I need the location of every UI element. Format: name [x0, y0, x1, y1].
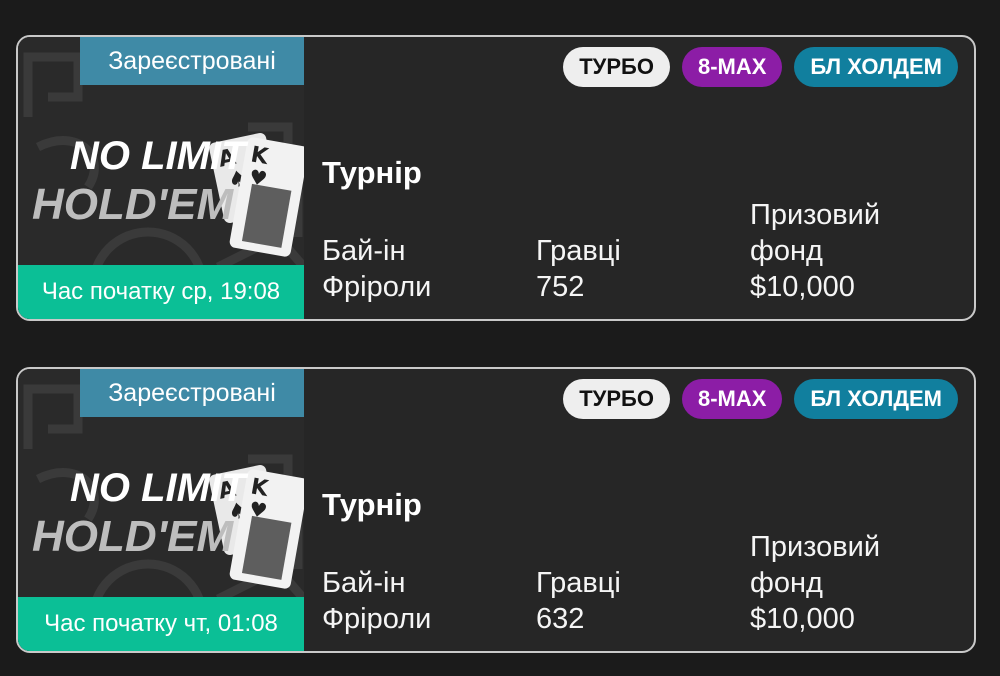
registered-badge: Зареєстровані	[80, 369, 304, 417]
players-label: Гравці	[536, 235, 621, 267]
players-value: 752	[536, 271, 585, 303]
buyin-label: Бай-ін	[322, 567, 406, 599]
buyin-value: Фріроли	[322, 603, 432, 635]
art-title-line1: NO LIMIT	[70, 134, 249, 178]
tournament-title: Турнір	[322, 155, 422, 190]
tournament-thumbnail: A ♠ K ♥ NO LIMIT HOLD'EM Зареєстровані Ч…	[18, 37, 304, 319]
players-label: Гравці	[536, 567, 621, 599]
buyin-stat: Бай-ін Фріроли	[322, 565, 431, 637]
tag-game-type: БЛ ХОЛДЕМ	[794, 47, 958, 87]
players-stat: Гравці 752	[536, 233, 621, 305]
start-time-label: Час початку ср, 19:08	[18, 265, 304, 319]
buyin-value: Фріроли	[322, 271, 432, 303]
tag-8max: 8-MAX	[681, 47, 783, 87]
tournament-list: A ♠ K ♥ NO LIMIT HOLD'EM Зареєстровані Ч…	[0, 0, 1000, 676]
tournament-thumbnail: A ♠ K ♥ NO LIMIT HOLD'EM Зареєстровані Ч…	[18, 369, 304, 651]
players-value: 632	[536, 603, 585, 635]
art-title-line2: HOLD'EM	[32, 180, 234, 229]
tag-turbo: ТУРБО	[563, 379, 670, 419]
tag-turbo: ТУРБО	[563, 47, 670, 87]
prize-stat: Призовий фонд $10,000	[750, 529, 950, 637]
prize-label: Призовий фонд	[750, 531, 881, 599]
registered-badge: Зареєстровані	[80, 37, 304, 85]
art-title-line1: NO LIMIT	[70, 466, 249, 510]
tag-game-type: БЛ ХОЛДЕМ	[794, 379, 958, 419]
tag-list: ТУРБО 8-MAX БЛ ХОЛДЕМ	[563, 379, 958, 419]
prize-label: Призовий фонд	[750, 199, 881, 267]
players-stat: Гравці 632	[536, 565, 621, 637]
start-time-label: Час початку чт, 01:08	[18, 597, 304, 651]
tag-8max: 8-MAX	[681, 379, 783, 419]
prize-value: $10,000	[750, 603, 855, 635]
prize-stat: Призовий фонд $10,000	[750, 197, 950, 305]
tag-list: ТУРБО 8-MAX БЛ ХОЛДЕМ	[563, 47, 958, 87]
buyin-label: Бай-ін	[322, 235, 406, 267]
tournament-title: Турнір	[322, 487, 422, 522]
tournament-card[interactable]: A ♠ K ♥ NO LIMIT HOLD'EM Зареєстровані Ч…	[16, 367, 976, 653]
prize-value: $10,000	[750, 271, 855, 303]
tournament-card[interactable]: A ♠ K ♥ NO LIMIT HOLD'EM Зареєстровані Ч…	[16, 35, 976, 321]
art-title-line2: HOLD'EM	[32, 512, 234, 561]
buyin-stat: Бай-ін Фріроли	[322, 233, 431, 305]
